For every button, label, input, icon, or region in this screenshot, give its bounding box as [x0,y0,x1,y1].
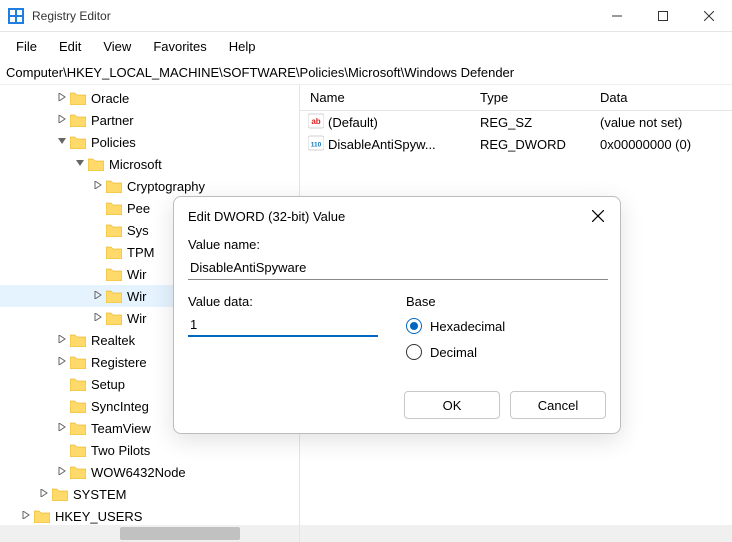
list-horizontal-scrollbar[interactable] [300,525,732,542]
tree-node-label: Registere [91,355,147,370]
close-button[interactable] [686,0,732,32]
radio-hex-label: Hexadecimal [430,319,505,334]
value-data: 0x00000000 (0) [590,137,732,152]
col-data[interactable]: Data [590,90,732,105]
chevron-down-icon[interactable] [54,137,70,148]
col-type[interactable]: Type [470,90,590,105]
tree-node-label: TPM [127,245,154,260]
tree-node-label: Two Pilots [91,443,150,458]
tree-node-label: Sys [127,223,149,238]
window-titlebar: Registry Editor [0,0,732,32]
tree-node-label: Pee [127,201,150,216]
tree-node-label: Realtek [91,333,135,348]
radio-icon [406,318,422,334]
tree-node[interactable]: Two Pilots [0,439,299,461]
tree-node-label: Policies [91,135,136,150]
minimize-button[interactable] [594,0,640,32]
value-type: REG_SZ [470,115,590,130]
tree-node[interactable]: HKEY_USERS [0,505,299,527]
ok-button[interactable]: OK [404,391,500,419]
tree-node-label: Partner [91,113,134,128]
chevron-right-icon[interactable] [36,489,52,500]
radio-hexadecimal[interactable]: Hexadecimal [406,313,606,339]
tree-node[interactable]: SYSTEM [0,483,299,505]
tree-node-label: Oracle [91,91,129,106]
radio-icon [406,344,422,360]
tree-node-label: SyncInteg [91,399,149,414]
value-type-icon: ab [300,113,328,132]
chevron-right-icon[interactable] [90,291,106,302]
dialog-close-button[interactable] [586,204,610,228]
address-bar[interactable]: Computer\HKEY_LOCAL_MACHINE\SOFTWARE\Pol… [0,60,732,84]
tree-node-label: TeamView [91,421,151,436]
radio-dec-label: Decimal [430,345,477,360]
tree-node-label: Wir [127,267,147,282]
tree-node-label: SYSTEM [73,487,126,502]
chevron-right-icon[interactable] [54,467,70,478]
tree-node-label: Cryptography [127,179,205,194]
value-type: REG_DWORD [470,137,590,152]
tree-node-label: Setup [91,377,125,392]
chevron-right-icon[interactable] [90,313,106,324]
value-data-field[interactable] [188,313,378,337]
svg-text:110: 110 [311,141,322,148]
value-row[interactable]: ab (Default) REG_SZ(value not set) [300,111,732,133]
tree-horizontal-scrollbar[interactable] [0,525,299,542]
tree-node-label: Microsoft [109,157,162,172]
tree-node[interactable]: Oracle [0,87,299,109]
tree-node[interactable]: Policies [0,131,299,153]
tree-node[interactable]: Cryptography [0,175,299,197]
menu-file[interactable]: File [6,36,47,57]
chevron-right-icon[interactable] [54,115,70,126]
maximize-button[interactable] [640,0,686,32]
tree-node-label: WOW6432Node [91,465,186,480]
value-name: DisableAntiSpyw... [328,137,436,152]
chevron-down-icon[interactable] [72,159,88,170]
chevron-right-icon[interactable] [54,335,70,346]
svg-text:ab: ab [311,117,320,126]
value-name-field[interactable] [188,256,608,280]
value-name-label: Value name: [188,237,606,252]
tree-node-label: Wir [127,289,147,304]
address-path: Computer\HKEY_LOCAL_MACHINE\SOFTWARE\Pol… [6,65,514,80]
chevron-right-icon[interactable] [18,511,34,522]
value-data-label: Value data: [188,294,388,309]
list-columns: Name Type Data [300,85,732,111]
chevron-right-icon[interactable] [90,181,106,192]
value-data: (value not set) [590,115,732,130]
tree-node[interactable]: WOW6432Node [0,461,299,483]
menu-bar: File Edit View Favorites Help [0,32,732,60]
tree-node-label: HKEY_USERS [55,509,142,524]
tree-node[interactable]: Microsoft [0,153,299,175]
tree-node[interactable]: Partner [0,109,299,131]
app-icon [8,8,24,24]
chevron-right-icon[interactable] [54,93,70,104]
base-label: Base [406,294,606,309]
dialog-title: Edit DWORD (32-bit) Value [188,209,586,224]
radio-decimal[interactable]: Decimal [406,339,606,365]
value-type-icon: 110 [300,135,328,154]
menu-favorites[interactable]: Favorites [143,36,216,57]
cancel-button[interactable]: Cancel [510,391,606,419]
tree-node-label: Wir [127,311,147,326]
chevron-right-icon[interactable] [54,423,70,434]
window-title: Registry Editor [32,9,594,23]
value-row[interactable]: 110 DisableAntiSpyw... REG_DWORD0x00000000… [300,133,732,155]
menu-help[interactable]: Help [219,36,266,57]
menu-edit[interactable]: Edit [49,36,91,57]
chevron-right-icon[interactable] [54,357,70,368]
menu-view[interactable]: View [93,36,141,57]
edit-dword-dialog: Edit DWORD (32-bit) Value Value name: Va… [173,196,621,434]
col-name[interactable]: Name [300,90,470,105]
value-name: (Default) [328,115,378,130]
